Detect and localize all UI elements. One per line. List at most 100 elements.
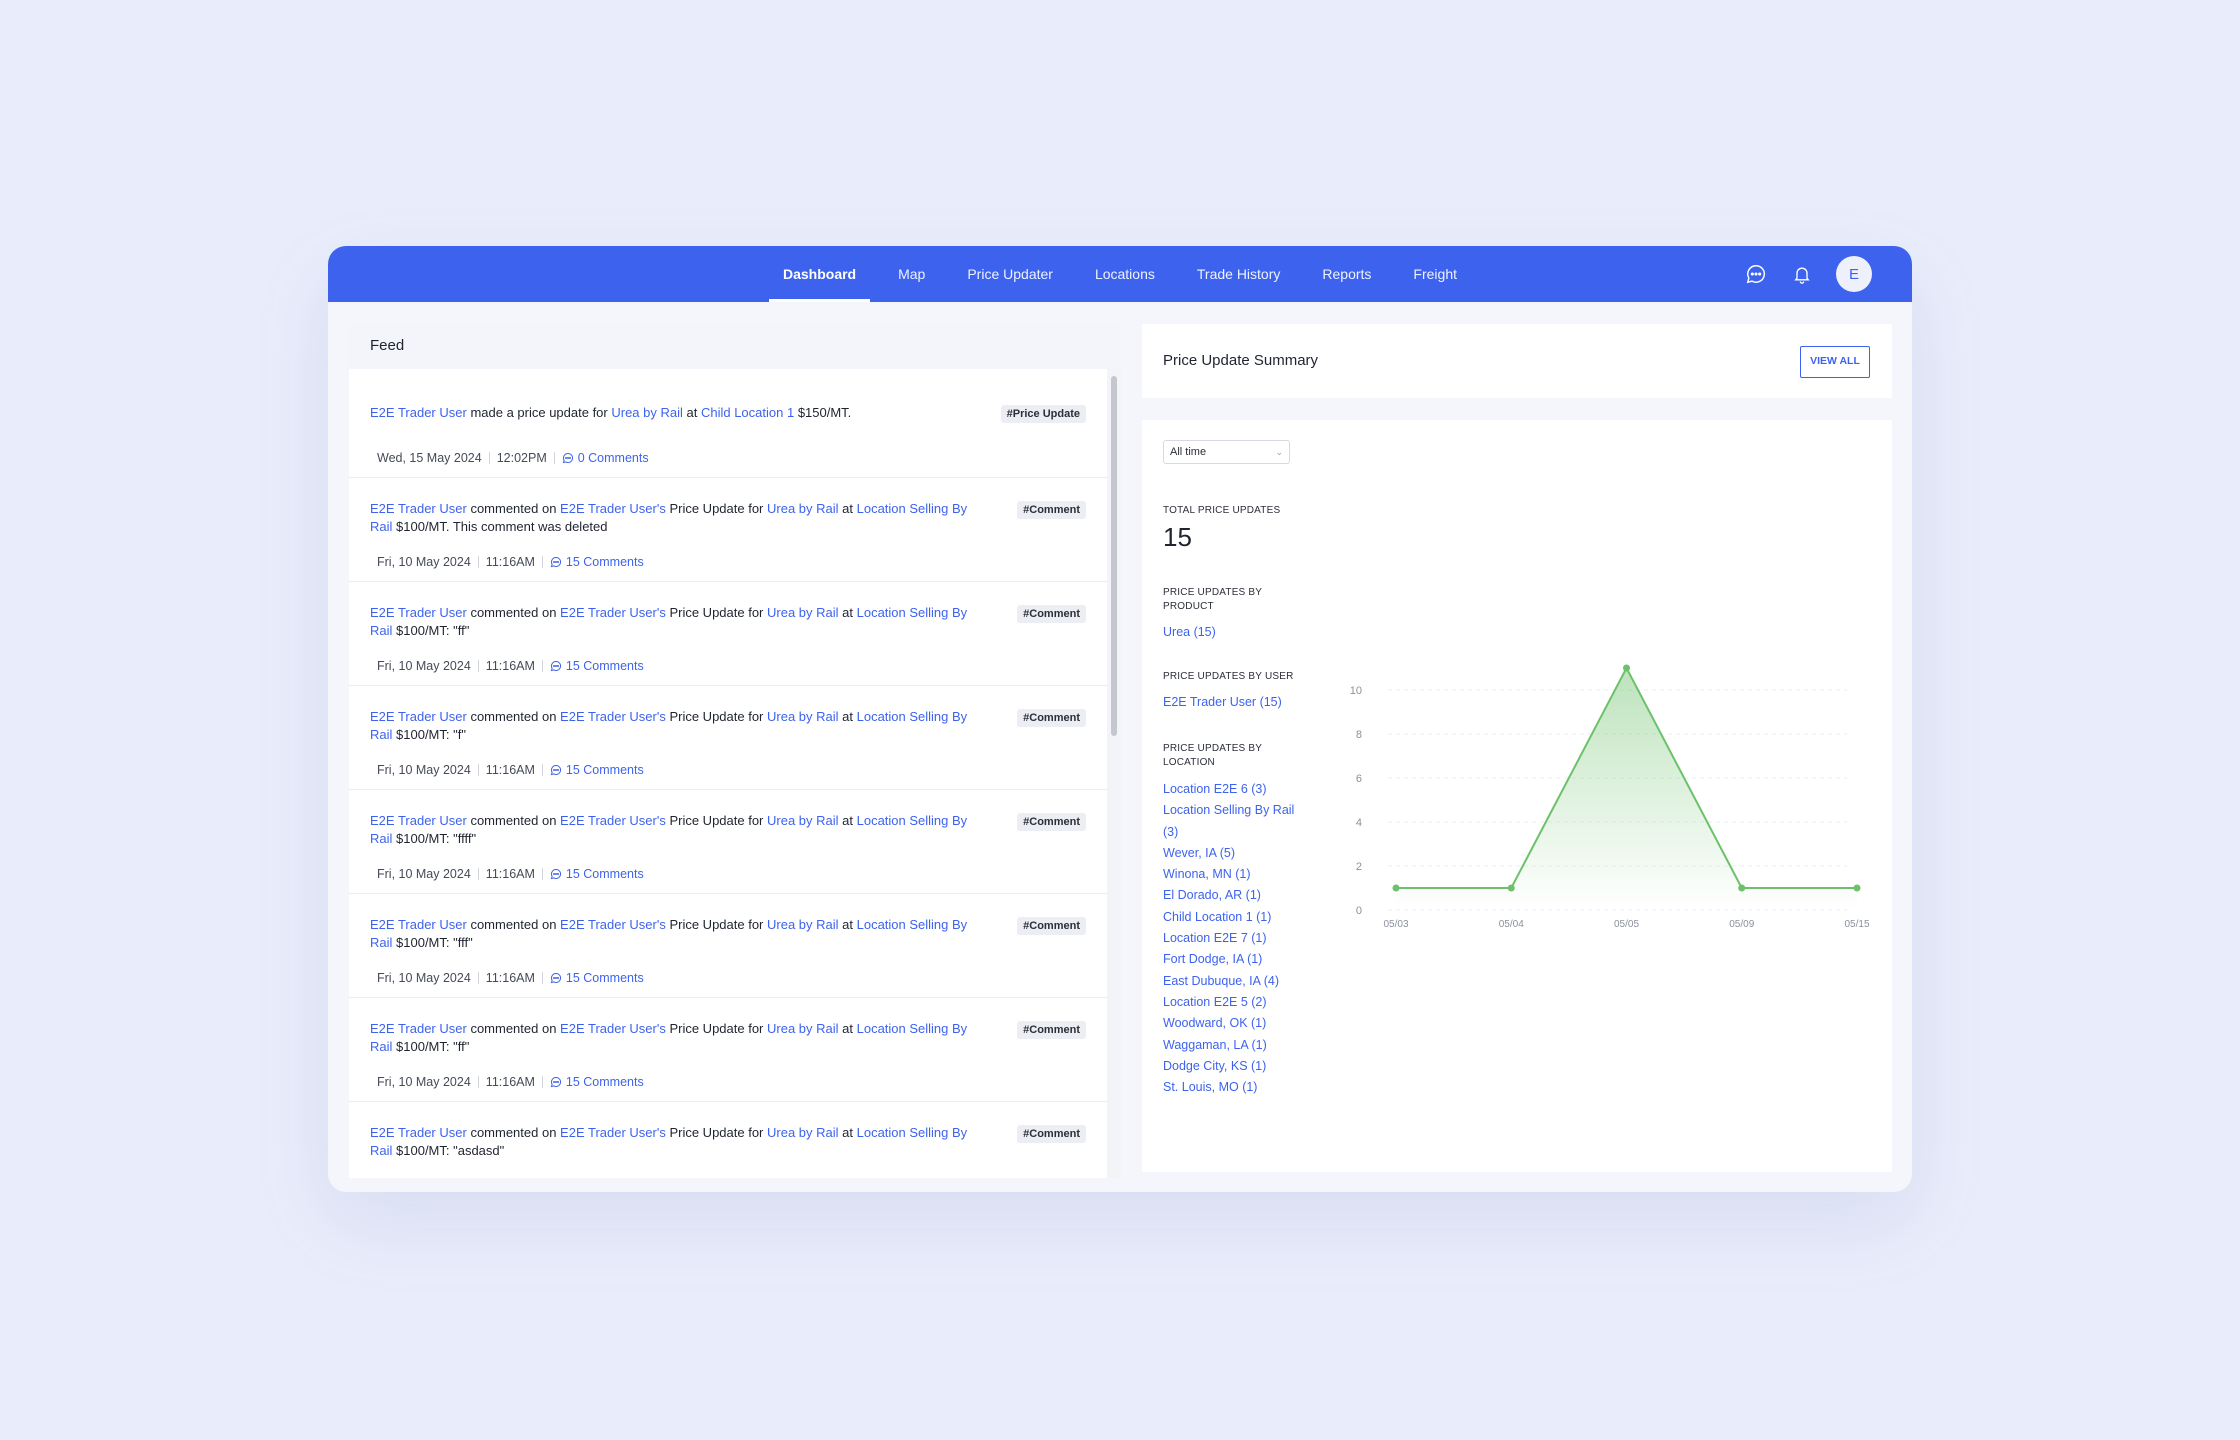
view-all-button[interactable]: VIEW ALL <box>1800 346 1870 378</box>
feed-owner-link[interactable]: E2E Trader User's <box>560 813 666 828</box>
feed-product-link[interactable]: Urea by Rail <box>611 405 683 420</box>
feed-location-link[interactable]: Child Location 1 <box>701 405 794 420</box>
feed-user-link[interactable]: E2E Trader User <box>370 1125 467 1140</box>
feed-mid-text: Price Update for <box>665 605 767 620</box>
y-tick-label: 4 <box>1356 817 1362 829</box>
divider <box>541 764 543 776</box>
feed-mid-text: Price Update for <box>665 501 767 516</box>
feed-comments-link[interactable]: 15 Comments <box>550 867 644 881</box>
location-item[interactable]: Waggaman, LA (1) <box>1163 1035 1303 1056</box>
location-item[interactable]: Location E2E 6 (3) <box>1163 779 1303 800</box>
time-range-value: All time <box>1170 446 1207 458</box>
location-item[interactable]: St. Louis, MO (1) <box>1163 1077 1303 1098</box>
location-item[interactable]: El Dorado, AR (1) <box>1163 885 1303 906</box>
bell-icon[interactable] <box>1790 262 1814 286</box>
location-item[interactable]: Winona, MN (1) <box>1163 864 1303 885</box>
x-tick-label: 05/03 <box>1383 919 1408 930</box>
feed-text: E2E Trader User commented on E2E Trader … <box>370 1020 990 1056</box>
feed-list[interactable]: E2E Trader User made a price update for … <box>349 369 1107 1178</box>
feed-date: Fri, 10 May 2024 <box>377 763 471 777</box>
feed-mid-text: Price Update for <box>665 813 767 828</box>
feed-time: 11:16AM <box>485 971 535 985</box>
location-item[interactable]: Location E2E 5 (2) <box>1163 992 1303 1013</box>
location-item[interactable]: Location Selling By Rail (3) <box>1163 800 1303 843</box>
feed-comments-count: 15 Comments <box>565 763 644 777</box>
time-range-select[interactable]: All time ⌄ <box>1163 440 1290 464</box>
feed-action-text: commented on <box>466 1021 561 1036</box>
feed-at-text: at <box>682 405 701 420</box>
feed-meta: Fri, 10 May 2024 11:16AM 15 Comments <box>377 971 644 985</box>
product-item[interactable]: Urea (15) <box>1163 625 1216 639</box>
feed-time: 11:16AM <box>485 763 535 777</box>
top-navigation: Dashboard Map Price Updater Locations Trade … <box>328 246 1912 302</box>
feed-user-link[interactable]: E2E Trader User <box>370 917 467 932</box>
feed-comments-link[interactable]: 0 Comments <box>562 451 649 465</box>
y-tick-label: 10 <box>1350 685 1362 697</box>
chevron-down-icon: ⌄ <box>1275 447 1283 457</box>
feed-product-link[interactable]: Urea by Rail <box>767 917 839 932</box>
feed-action-text: commented on <box>466 917 561 932</box>
nav-tab-dashboard[interactable]: Dashboard <box>768 246 871 302</box>
feed-owner-link[interactable]: E2E Trader User's <box>560 1021 666 1036</box>
feed-user-link[interactable]: E2E Trader User <box>370 709 467 724</box>
feed-date: Wed, 15 May 2024 <box>377 451 482 465</box>
nav-tab-trade-history[interactable]: Trade History <box>1183 246 1295 302</box>
feed-text: E2E Trader User commented on E2E Trader … <box>370 604 990 640</box>
feed-user-link[interactable]: E2E Trader User <box>370 405 467 420</box>
location-item[interactable]: Fort Dodge, IA (1) <box>1163 949 1303 970</box>
divider <box>477 660 479 672</box>
feed-meta: Fri, 10 May 2024 11:16AM 15 Comments <box>377 763 644 777</box>
avatar[interactable]: E <box>1836 256 1872 292</box>
feed-suffix-text: $100/MT: "fff" <box>392 935 473 950</box>
feed-product-link[interactable]: Urea by Rail <box>767 1021 839 1036</box>
feed-comments-link[interactable]: 15 Comments <box>550 659 644 673</box>
feed-comments-link[interactable]: 15 Comments <box>550 555 644 569</box>
divider <box>477 868 479 880</box>
location-item[interactable]: Woodward, OK (1) <box>1163 1013 1303 1034</box>
divider <box>477 1076 479 1088</box>
feed-item: E2E Trader User commented on E2E Trader … <box>349 582 1107 686</box>
feed-user-link[interactable]: E2E Trader User <box>370 1021 467 1036</box>
comment-icon <box>550 868 562 880</box>
feed-owner-link[interactable]: E2E Trader User's <box>560 1125 666 1140</box>
feed-scrollbar-thumb[interactable] <box>1111 376 1117 736</box>
divider <box>553 452 555 464</box>
feed-owner-link[interactable]: E2E Trader User's <box>560 501 666 516</box>
nav-tab-freight[interactable]: Freight <box>1399 246 1471 302</box>
location-item[interactable]: Location E2E 7 (1) <box>1163 928 1303 949</box>
feed-panel: Feed E2E Trader User made a price update… <box>349 324 1121 1178</box>
feed-at-text: at <box>838 1125 857 1140</box>
feed-owner-link[interactable]: E2E Trader User's <box>560 917 666 932</box>
feed-user-link[interactable]: E2E Trader User <box>370 501 467 516</box>
x-tick-label: 05/05 <box>1614 919 1639 930</box>
location-item[interactable]: Wever, IA (5) <box>1163 843 1303 864</box>
summary-title: Price Update Summary <box>1163 352 1319 369</box>
feed-tag-badge: #Comment <box>1017 1125 1086 1143</box>
feed-user-link[interactable]: E2E Trader User <box>370 813 467 828</box>
user-item[interactable]: E2E Trader User (15) <box>1163 695 1282 709</box>
feed-product-link[interactable]: Urea by Rail <box>767 605 839 620</box>
location-item[interactable]: East Dubuque, IA (4) <box>1163 971 1303 992</box>
nav-tab-map[interactable]: Map <box>884 246 939 302</box>
feed-owner-link[interactable]: E2E Trader User's <box>560 605 666 620</box>
feed-comments-link[interactable]: 15 Comments <box>550 971 644 985</box>
feed-text: E2E Trader User commented on E2E Trader … <box>370 1124 990 1160</box>
nav-tab-reports[interactable]: Reports <box>1308 246 1385 302</box>
nav-tab-price-updater[interactable]: Price Updater <box>953 246 1067 302</box>
feed-comments-link[interactable]: 15 Comments <box>550 763 644 777</box>
feed-product-link[interactable]: Urea by Rail <box>767 813 839 828</box>
x-tick-label: 05/09 <box>1729 919 1754 930</box>
feed-product-link[interactable]: Urea by Rail <box>767 501 839 516</box>
chat-icon[interactable] <box>1744 262 1768 286</box>
feed-product-link[interactable]: Urea by Rail <box>767 709 839 724</box>
by-location-label: PRICE UPDATES BY LOCATION <box>1163 743 1262 768</box>
location-item[interactable]: Dodge City, KS (1) <box>1163 1056 1303 1077</box>
location-item[interactable]: Child Location 1 (1) <box>1163 907 1303 928</box>
feed-user-link[interactable]: E2E Trader User <box>370 605 467 620</box>
feed-product-link[interactable]: Urea by Rail <box>767 1125 839 1140</box>
feed-comments-link[interactable]: 15 Comments <box>550 1075 644 1089</box>
x-tick-label: 05/04 <box>1499 919 1524 930</box>
nav-tab-locations[interactable]: Locations <box>1081 246 1169 302</box>
feed-owner-link[interactable]: E2E Trader User's <box>560 709 666 724</box>
comment-icon <box>550 556 562 568</box>
